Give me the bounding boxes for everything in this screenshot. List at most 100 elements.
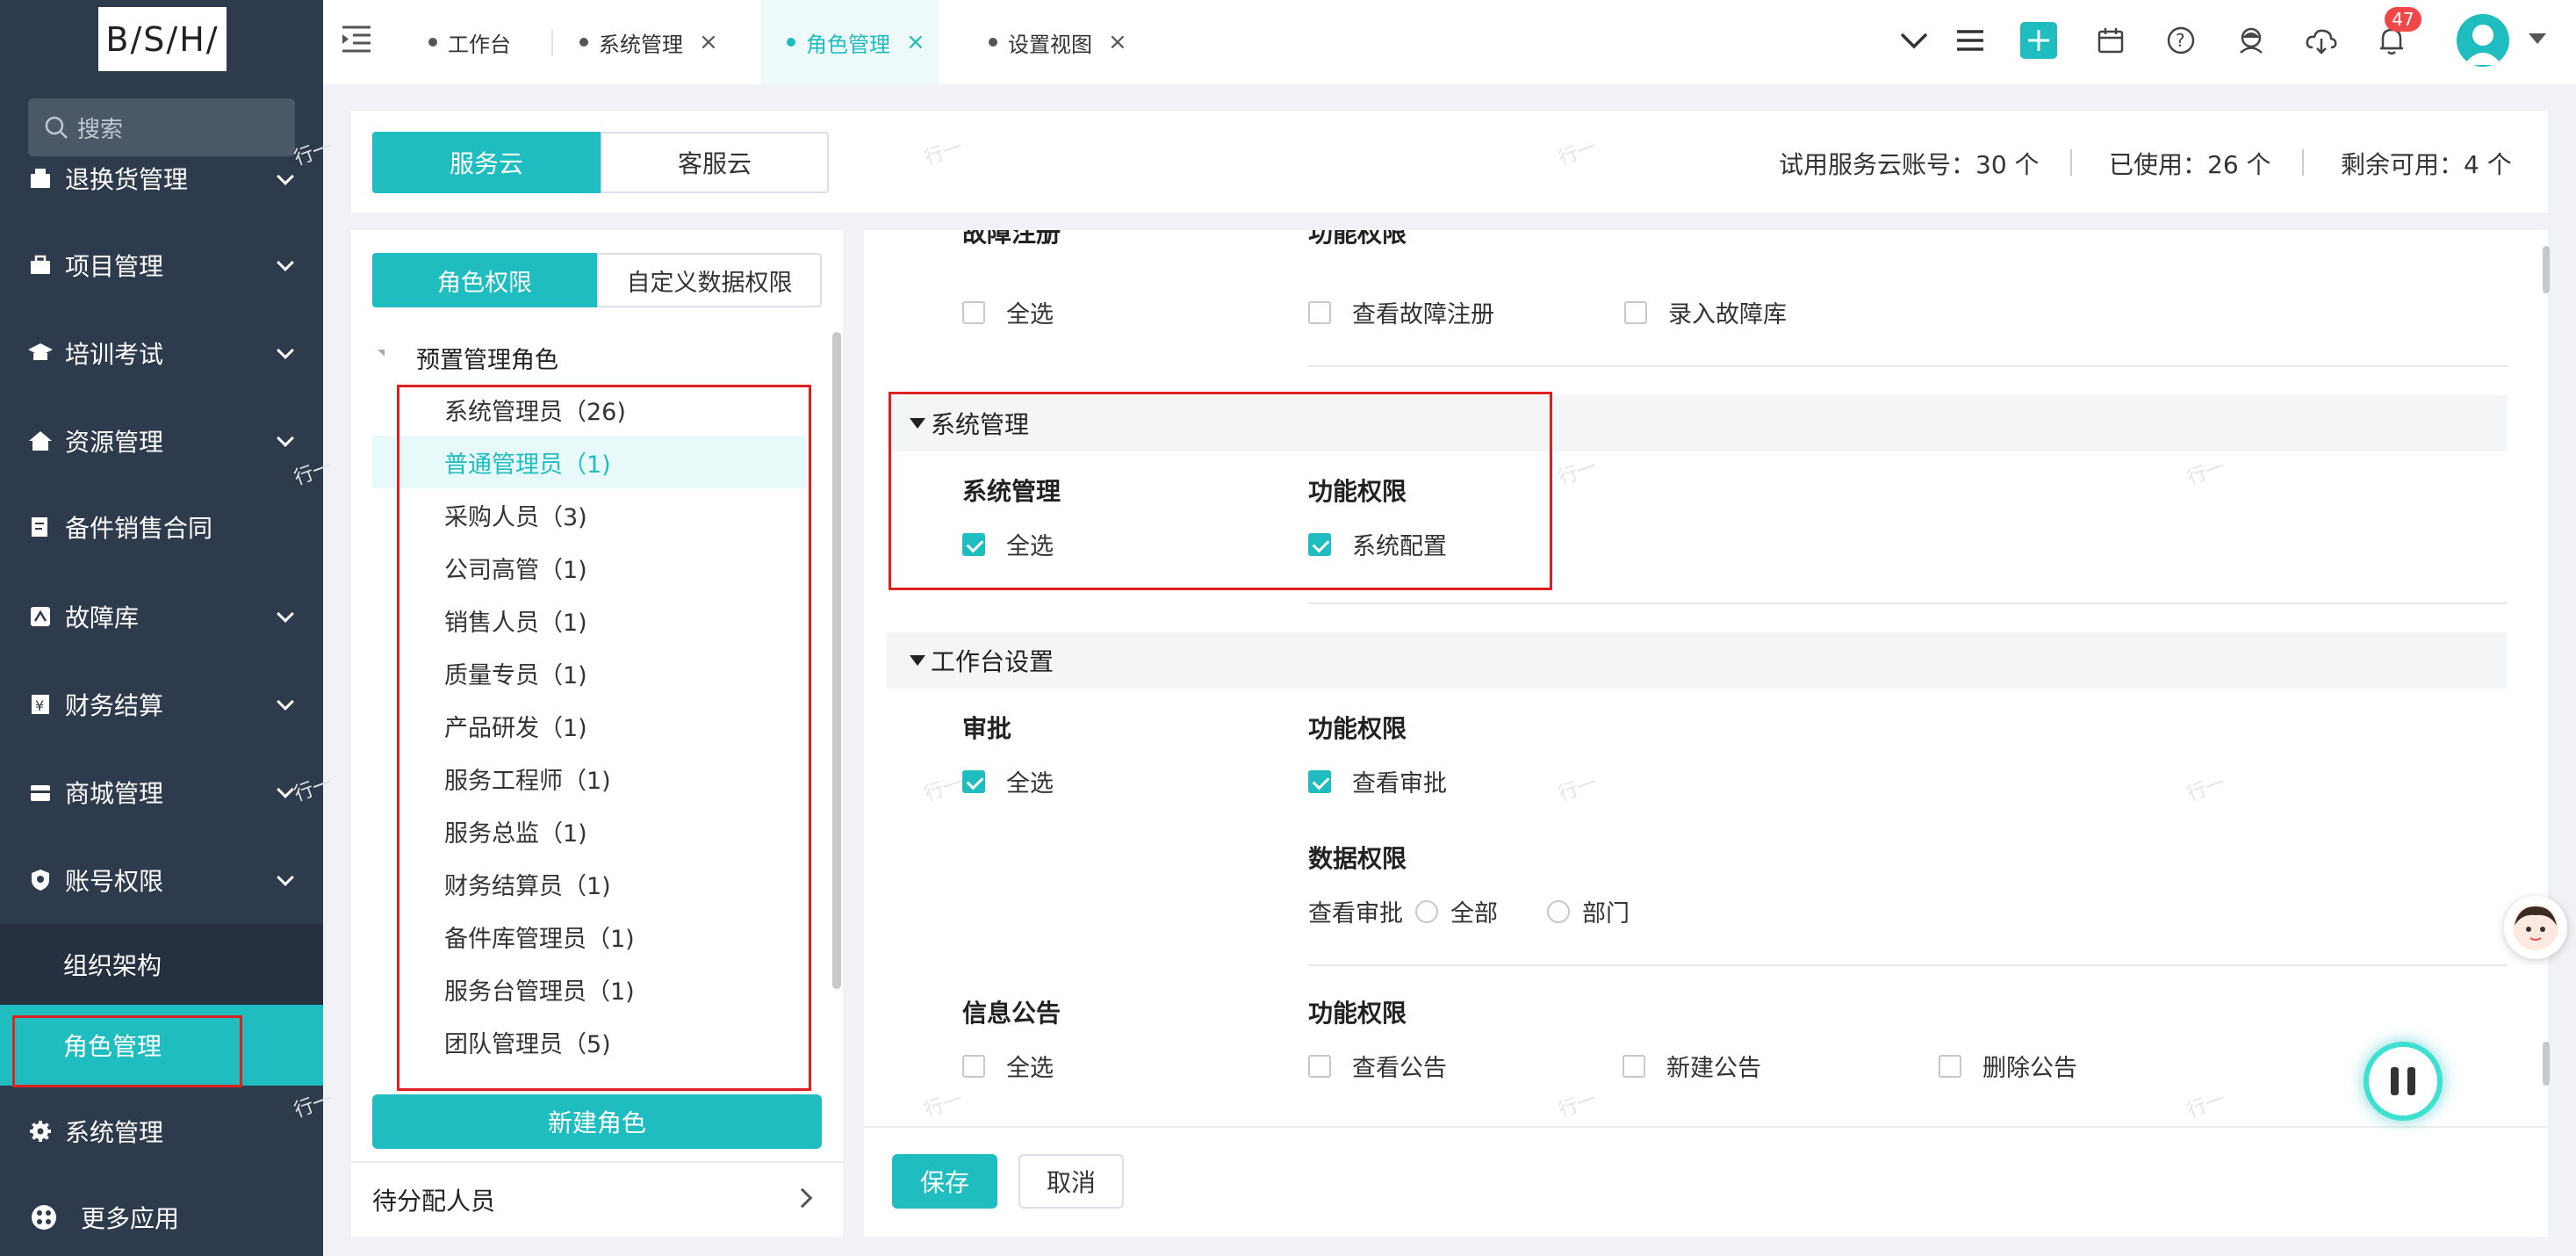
box-icon <box>26 164 54 192</box>
menu-item-finance[interactable]: ¥ 财务结算 <box>0 664 323 745</box>
cancel-button[interactable]: 取消 <box>1018 1154 1124 1209</box>
highlight-box <box>12 1015 242 1087</box>
perm-view-fault[interactable]: 查看故障注册 <box>1308 295 1494 329</box>
checkbox[interactable] <box>1623 1054 1645 1078</box>
menu-item-system[interactable]: 系统管理 <box>0 1091 323 1172</box>
tab-settings-view[interactable]: 设置视图 × <box>989 0 1147 84</box>
chevron-down-icon <box>277 168 294 185</box>
fault-group-label: 故障注册 <box>962 230 1061 248</box>
graduation-cap-icon <box>26 339 54 367</box>
menu-item-more-apps[interactable]: 更多应用 <box>0 1177 323 1256</box>
radio-label: 全部 <box>1450 900 1498 928</box>
menu-label: 退换货管理 <box>65 165 189 194</box>
checkbox[interactable] <box>1624 300 1647 324</box>
radio-department[interactable] <box>1547 899 1570 923</box>
cloud-download-icon[interactable] <box>2302 21 2341 60</box>
tab-label: 工作台 <box>448 32 511 57</box>
fault-icon <box>26 603 54 631</box>
tab-service-cloud[interactable]: 服务云 <box>372 132 601 193</box>
chevron-down-icon[interactable] <box>1895 21 1933 60</box>
pending-assignees[interactable]: 待分配人员 <box>372 1182 495 1217</box>
approval-select-all[interactable]: 全选 <box>962 764 1054 798</box>
chevron-down-icon <box>277 605 294 623</box>
support-agent-icon[interactable] <box>2232 21 2270 60</box>
list-icon[interactable] <box>1951 21 1990 60</box>
menu-collapse-icon[interactable] <box>341 23 374 61</box>
scrollbar[interactable] <box>832 332 841 989</box>
perm-new-notice[interactable]: 新建公告 <box>1623 1049 1761 1083</box>
section-workbench-settings[interactable]: 工作台设置 <box>887 632 2508 689</box>
notification-badge: 47 <box>2385 7 2421 32</box>
tab-workbench[interactable]: 工作台 <box>428 0 551 84</box>
perm-view-approval[interactable]: 查看审批 <box>1308 764 1447 798</box>
menu-item-resources[interactable]: 资源管理 <box>0 401 323 481</box>
checkbox-label: 全选 <box>1006 1055 1054 1082</box>
tab-system-management[interactable]: 系统管理 × <box>579 0 738 84</box>
add-icon[interactable] <box>2019 21 2058 60</box>
chevron-down-icon <box>277 693 294 711</box>
tab-separator <box>551 30 553 56</box>
checkbox-checked[interactable] <box>962 769 985 793</box>
menu-label: 备件销售合同 <box>65 514 213 543</box>
checkbox[interactable] <box>1308 1054 1331 1078</box>
menu-item-fault-library[interactable]: 故障库 <box>0 576 323 657</box>
pause-button[interactable] <box>2364 1042 2443 1121</box>
func-permissions-header: 功能权限 <box>1308 230 1407 248</box>
menu-label: 系统管理 <box>65 1118 164 1147</box>
checkbox-label: 查看审批 <box>1352 770 1447 798</box>
tab-dot <box>579 38 588 47</box>
perm-enter-fault[interactable]: 录入故障库 <box>1624 295 1787 329</box>
func-permissions-header: 功能权限 <box>1308 999 1407 1028</box>
remaining-accounts: 剩余可用：4 个 <box>2341 150 2512 179</box>
calendar-icon[interactable] <box>2091 21 2130 60</box>
checkbox[interactable] <box>1939 1054 1961 1078</box>
menu-item-training[interactable]: 培训考试 <box>0 313 323 393</box>
menu-label: 商城管理 <box>65 779 164 808</box>
tab-customer-cloud[interactable]: 客服云 <box>601 132 829 193</box>
tree-root[interactable]: 预置管理角色 <box>416 341 558 375</box>
perm-delete-notice[interactable]: 删除公告 <box>1939 1049 2077 1083</box>
menu-item-account-permissions[interactable]: 账号权限 <box>0 840 323 920</box>
data-perm-row: 查看审批 全部 部门 <box>1308 894 1630 928</box>
caret-down-icon[interactable] <box>2529 33 2546 44</box>
checkbox-checked[interactable] <box>1308 769 1331 793</box>
perm-view-notice[interactable]: 查看公告 <box>1308 1049 1447 1083</box>
checkbox-label: 查看公告 <box>1352 1055 1447 1082</box>
notice-select-all[interactable]: 全选 <box>962 1049 1054 1083</box>
checkbox[interactable] <box>1308 300 1331 324</box>
highlight-box <box>889 392 1552 590</box>
svg-text:¥: ¥ <box>35 697 44 714</box>
radio-all[interactable] <box>1415 899 1438 923</box>
search-box[interactable]: 搜索 <box>28 98 295 156</box>
assistant-avatar[interactable] <box>2504 896 2567 959</box>
yuan-icon: ¥ <box>26 690 54 718</box>
tree-expand-icon[interactable] <box>378 350 385 357</box>
close-icon[interactable]: × <box>1108 29 1127 55</box>
tab-role-permissions[interactable]: 角色权限 <box>372 253 597 307</box>
submenu-org-structure[interactable]: 组织架构 <box>0 924 323 1005</box>
avatar[interactable] <box>2457 14 2509 67</box>
save-button[interactable]: 保存 <box>892 1154 997 1209</box>
checkbox-label: 全选 <box>1006 770 1054 798</box>
tab-label: 系统管理 <box>599 32 683 57</box>
new-role-button[interactable]: 新建角色 <box>372 1094 822 1149</box>
menu-item-projects[interactable]: 项目管理 <box>0 225 323 306</box>
close-icon[interactable]: × <box>906 29 925 55</box>
checkbox[interactable] <box>962 300 985 324</box>
checkbox[interactable] <box>962 1054 985 1078</box>
divider <box>864 1126 2548 1128</box>
close-icon[interactable]: × <box>699 29 718 55</box>
tab-custom-data-permissions[interactable]: 自定义数据权限 <box>597 253 822 307</box>
help-icon[interactable]: ? <box>2162 21 2200 60</box>
checkbox-label: 新建公告 <box>1666 1055 1761 1082</box>
menu-item-mall[interactable]: 商城管理 <box>0 752 323 833</box>
fault-select-all[interactable]: 全选 <box>962 295 1054 329</box>
scrollbar[interactable] <box>2543 1042 2550 1086</box>
menu-item-spare-contract[interactable]: 备件销售合同 <box>0 487 323 567</box>
tab-dot <box>787 38 795 47</box>
tab-role-management[interactable]: 角色管理 × <box>760 0 939 84</box>
scrollbar[interactable] <box>2543 246 2550 293</box>
data-permissions-header: 数据权限 <box>1308 844 1407 873</box>
gear-icon <box>26 1117 54 1145</box>
company-logo: B/S/H/ <box>98 7 227 71</box>
